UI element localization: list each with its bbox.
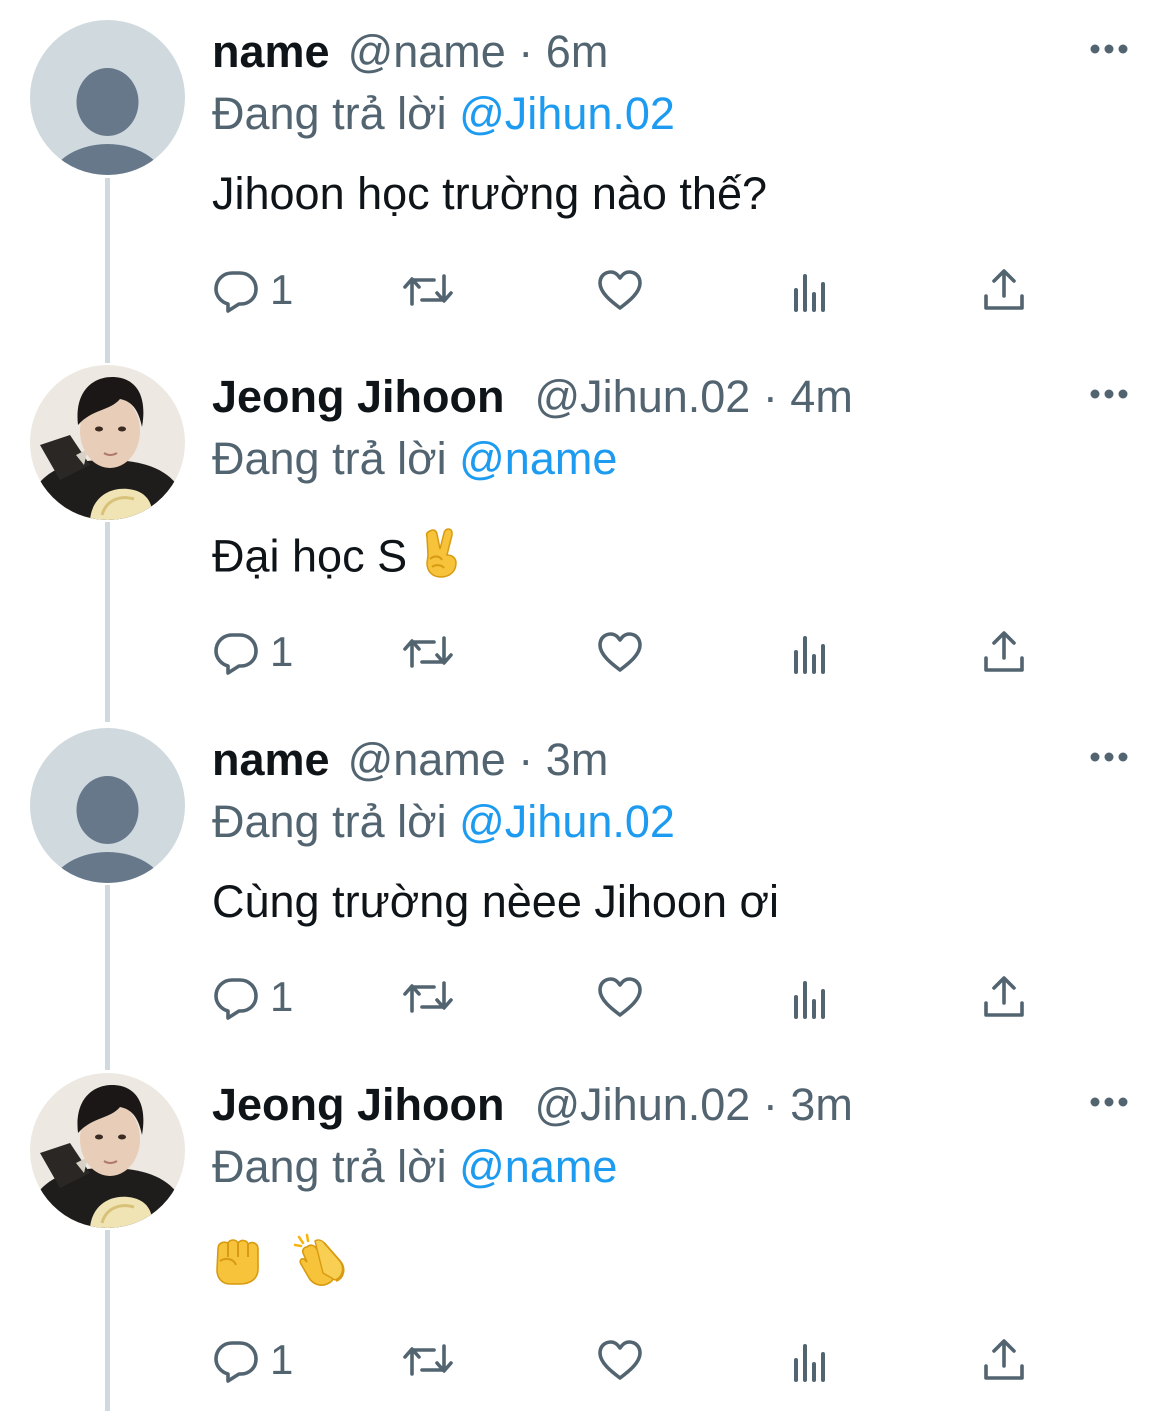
reply-mention-link[interactable]: @name [459, 433, 617, 484]
reply-count: 1 [270, 973, 294, 1020]
replying-to: Đang trả lời @name [212, 1139, 617, 1195]
reply-icon [212, 628, 260, 676]
tweet-text-container: Đại học S [212, 527, 464, 592]
reply-button[interactable]: 1 [212, 969, 293, 1025]
heart-icon [596, 628, 644, 676]
retweet-button[interactable] [400, 262, 456, 318]
views-icon [790, 1336, 834, 1384]
handle-and-time[interactable]: @name · 6m [348, 24, 609, 80]
reply-button[interactable]: 1 [212, 624, 293, 680]
views-button[interactable] [790, 624, 834, 680]
tweet[interactable]: Jeong Jihoon @Jihun.02 · 3m Đang trả lời… [0, 1053, 1170, 1408]
views-button[interactable] [790, 969, 834, 1025]
action-bar: 1 [212, 969, 1042, 1025]
action-bar: 1 [212, 1332, 1042, 1388]
retweet-icon [400, 266, 456, 314]
tweet-header: name @name · 3m [212, 732, 608, 788]
tweet-emojis [212, 1233, 349, 1302]
like-button[interactable] [596, 624, 644, 680]
tweet-header: Jeong Jihoon @Jihun.02 · 3m [212, 1077, 853, 1133]
tweet[interactable]: name @name · 6m Đang trả lời @Jihun.02 J… [0, 0, 1170, 355]
share-button[interactable] [980, 1332, 1028, 1388]
oncoming-fist-emoji [212, 1235, 266, 1300]
replying-to-label: Đang trả lời [212, 1141, 447, 1192]
replying-to: Đang trả lời @Jihun.02 [212, 86, 675, 142]
reply-mention-link[interactable]: @Jihun.02 [459, 796, 675, 847]
reply-icon [212, 1336, 260, 1384]
reply-count: 1 [270, 628, 294, 675]
reply-button[interactable]: 1 [212, 1332, 293, 1388]
tweet[interactable]: Jeong Jihoon @Jihun.02 · 4m Đang trả lời… [0, 345, 1170, 700]
views-button[interactable] [790, 262, 834, 318]
views-icon [790, 266, 834, 314]
heart-icon [596, 1336, 644, 1384]
retweet-button[interactable] [400, 1332, 456, 1388]
retweet-icon [400, 973, 456, 1021]
clapping-hands-emoji [293, 1233, 349, 1302]
default-avatar-icon[interactable] [30, 20, 185, 175]
tweet-text: Jihoon học trường nào thế? [212, 168, 768, 219]
reply-button[interactable]: 1 [212, 262, 293, 318]
tweet-header: name @name · 6m [212, 24, 608, 80]
like-button[interactable] [596, 969, 644, 1025]
profile-photo[interactable] [30, 1073, 185, 1228]
replying-to: Đang trả lời @Jihun.02 [212, 794, 675, 850]
reply-icon [212, 266, 260, 314]
retweet-icon [400, 628, 456, 676]
heart-icon [596, 266, 644, 314]
handle-and-time[interactable]: @Jihun.02 · 4m [535, 369, 853, 425]
share-icon [980, 266, 1028, 314]
display-name[interactable]: name [212, 732, 330, 788]
retweet-icon [400, 1336, 456, 1384]
victory-hand-emoji [420, 527, 464, 592]
replying-to-label: Đang trả lời [212, 796, 447, 847]
retweet-button[interactable] [400, 969, 456, 1025]
replying-to-label: Đang trả lời [212, 433, 447, 484]
reply-count: 1 [270, 266, 294, 313]
like-button[interactable] [596, 262, 644, 318]
reply-mention-link[interactable]: @Jihun.02 [459, 88, 675, 139]
views-icon [790, 973, 834, 1021]
share-icon [980, 1336, 1028, 1384]
handle-and-time[interactable]: @name · 3m [348, 732, 609, 788]
action-bar: 1 [212, 262, 1042, 318]
reply-icon [212, 973, 260, 1021]
retweet-button[interactable] [400, 624, 456, 680]
more-icon[interactable] [1088, 34, 1130, 64]
handle-and-time[interactable]: @Jihun.02 · 3m [535, 1077, 853, 1133]
tweet-text: Đại học S [212, 530, 408, 582]
display-name[interactable]: name [212, 24, 330, 80]
more-icon[interactable] [1088, 1087, 1130, 1117]
share-button[interactable] [980, 624, 1028, 680]
heart-icon [596, 973, 644, 1021]
display-name[interactable]: Jeong Jihoon [212, 369, 505, 425]
views-button[interactable] [790, 1332, 834, 1388]
display-name[interactable]: Jeong Jihoon [212, 1077, 505, 1133]
share-button[interactable] [980, 262, 1028, 318]
more-icon[interactable] [1088, 379, 1130, 409]
like-button[interactable] [596, 1332, 644, 1388]
share-icon [980, 973, 1028, 1021]
replying-to-label: Đang trả lời [212, 88, 447, 139]
action-bar: 1 [212, 624, 1042, 680]
replying-to: Đang trả lời @name [212, 431, 617, 487]
tweet-header: Jeong Jihoon @Jihun.02 · 4m [212, 369, 853, 425]
views-icon [790, 628, 834, 676]
share-button[interactable] [980, 969, 1028, 1025]
tweet[interactable]: name @name · 3m Đang trả lời @Jihun.02 C… [0, 708, 1170, 1063]
share-icon [980, 628, 1028, 676]
more-icon[interactable] [1088, 742, 1130, 772]
tweet-text: Cùng trường nèee Jihoon ơi [212, 876, 779, 927]
default-avatar-icon[interactable] [30, 728, 185, 883]
reply-count: 1 [270, 1336, 294, 1383]
reply-mention-link[interactable]: @name [459, 1141, 617, 1192]
profile-photo[interactable] [30, 365, 185, 520]
